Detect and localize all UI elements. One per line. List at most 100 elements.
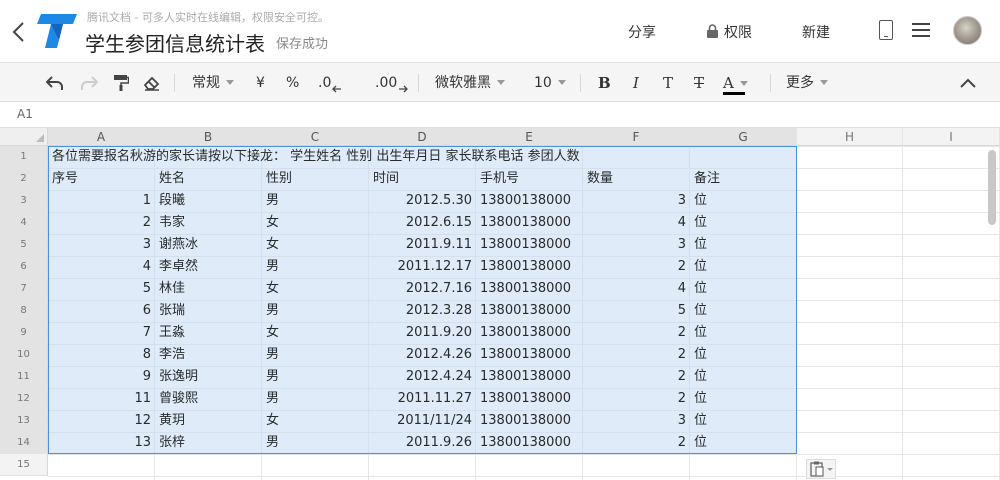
table-cell[interactable]: 8 <box>52 344 151 366</box>
redo-button[interactable] <box>80 63 98 103</box>
user-avatar[interactable] <box>953 16 982 45</box>
text-style-button[interactable]: T <box>663 63 673 103</box>
table-cell[interactable]: 2011.9.20 <box>373 322 472 344</box>
table-cell[interactable]: 位 <box>694 410 793 432</box>
decrease-decimal-button[interactable]: .0 <box>318 63 342 103</box>
row-header-12[interactable]: 12 <box>0 388 48 410</box>
clear-format-button[interactable] <box>143 63 161 103</box>
table-cell[interactable]: 3 <box>587 234 686 256</box>
table-cell[interactable]: 位 <box>694 432 793 454</box>
row-header-3[interactable]: 3 <box>0 190 48 212</box>
table-cell[interactable]: 1 <box>52 190 151 212</box>
header-cell[interactable]: 性别 <box>266 168 365 190</box>
table-cell[interactable]: 男 <box>266 300 365 322</box>
table-cell[interactable]: 2 <box>52 212 151 234</box>
bold-button[interactable]: B <box>598 63 611 103</box>
table-cell[interactable]: 男 <box>266 256 365 278</box>
column-header-b[interactable]: B <box>155 128 262 146</box>
table-cell[interactable]: 2012.4.24 <box>373 366 472 388</box>
table-cell[interactable]: 2012.7.16 <box>373 278 472 300</box>
spreadsheet-grid[interactable]: ABCDEFGHI 1 2 3 4 5 6 7 8 9 10 11 12 13 14 15 各位需要报名秋游… <box>0 128 1000 480</box>
table-cell[interactable]: 2012.5.30 <box>373 190 472 212</box>
table-cell[interactable]: 林佳 <box>159 278 258 300</box>
document-title[interactable]: 学生参团信息统计表 <box>85 28 265 57</box>
vertical-scrollbar[interactable] <box>988 150 996 225</box>
mobile-preview-icon[interactable] <box>879 20 893 40</box>
table-cell[interactable]: 5 <box>587 300 686 322</box>
row-header-7[interactable]: 7 <box>0 278 48 300</box>
table-cell[interactable]: 2 <box>587 366 686 388</box>
row-header-13[interactable]: 13 <box>0 410 48 432</box>
table-cell[interactable]: 黄玥 <box>159 410 258 432</box>
table-cell[interactable]: 13800138000 <box>480 322 579 344</box>
table-cell[interactable]: 2012.6.15 <box>373 212 472 234</box>
table-cell[interactable]: 2011.11.27 <box>373 388 472 410</box>
header-cell[interactable]: 姓名 <box>159 168 258 190</box>
table-cell[interactable]: 3 <box>52 234 151 256</box>
table-cell[interactable]: 位 <box>694 256 793 278</box>
row-header-5[interactable]: 5 <box>0 234 48 256</box>
table-cell[interactable]: 男 <box>266 388 365 410</box>
table-cell[interactable]: 2011/11/24 <box>373 410 472 432</box>
table-cell[interactable]: 位 <box>694 366 793 388</box>
back-arrow-icon[interactable] <box>10 20 28 44</box>
formula-bar[interactable]: A1 <box>0 103 1000 128</box>
table-cell[interactable]: 李卓然 <box>159 256 258 278</box>
share-button[interactable]: 分享 <box>628 22 656 42</box>
table-cell[interactable]: 13800138000 <box>480 190 579 212</box>
table-cell[interactable]: 4 <box>587 278 686 300</box>
table-cell[interactable]: 4 <box>587 212 686 234</box>
italic-button[interactable]: I <box>633 63 639 103</box>
table-cell[interactable]: 男 <box>266 344 365 366</box>
strikethrough-button[interactable]: T <box>694 63 704 103</box>
table-cell[interactable]: 13800138000 <box>480 410 579 432</box>
select-all-corner[interactable] <box>0 128 48 146</box>
table-cell[interactable]: 位 <box>694 278 793 300</box>
table-cell[interactable]: 13800138000 <box>480 366 579 388</box>
table-cell[interactable]: 位 <box>694 322 793 344</box>
table-cell[interactable]: 7 <box>52 322 151 344</box>
row-header-14[interactable]: 14 <box>0 432 48 454</box>
table-cell[interactable]: 张梓 <box>159 432 258 454</box>
table-cell[interactable]: 13800138000 <box>480 212 579 234</box>
column-header-g[interactable]: G <box>690 128 797 146</box>
table-cell[interactable]: 2 <box>587 432 686 454</box>
table-cell[interactable]: 5 <box>52 278 151 300</box>
header-cell[interactable]: 序号 <box>52 168 151 190</box>
table-cell[interactable]: 13800138000 <box>480 234 579 256</box>
table-cell[interactable]: 女 <box>266 212 365 234</box>
table-cell[interactable]: 位 <box>694 234 793 256</box>
table-cell[interactable]: 谢燕冰 <box>159 234 258 256</box>
table-cell[interactable]: 13800138000 <box>480 388 579 410</box>
table-cell[interactable]: 张逸明 <box>159 366 258 388</box>
row-header-10[interactable]: 10 <box>0 344 48 366</box>
row-header-2[interactable]: 2 <box>0 168 48 190</box>
table-cell[interactable]: 张瑞 <box>159 300 258 322</box>
hamburger-menu-icon[interactable] <box>912 23 930 37</box>
table-cell[interactable]: 2012.4.26 <box>373 344 472 366</box>
table-cell[interactable]: 13800138000 <box>480 300 579 322</box>
font-color-button[interactable]: A <box>723 63 1000 103</box>
table-cell[interactable]: 6 <box>52 300 151 322</box>
row-header-4[interactable]: 4 <box>0 212 48 234</box>
column-header-i[interactable]: I <box>903 128 1000 146</box>
row-header-9[interactable]: 9 <box>0 322 48 344</box>
paste-options-icon[interactable] <box>806 459 836 479</box>
table-cell[interactable]: 13800138000 <box>480 256 579 278</box>
row-header-1[interactable]: 1 <box>0 146 48 168</box>
collapse-toolbar-button[interactable] <box>960 63 976 103</box>
more-button[interactable]: 更多 <box>786 63 828 103</box>
table-cell[interactable]: 女 <box>266 322 365 344</box>
row-header-15[interactable]: 15 <box>0 454 48 476</box>
increase-decimal-button[interactable]: .00 <box>375 63 408 103</box>
table-cell[interactable]: 李浩 <box>159 344 258 366</box>
table-cell[interactable]: 2 <box>587 322 686 344</box>
table-cell[interactable]: 位 <box>694 212 793 234</box>
new-button[interactable]: 新建 <box>802 22 830 42</box>
header-cell[interactable]: 时间 <box>373 168 472 190</box>
format-painter-button[interactable] <box>113 63 129 103</box>
table-cell[interactable]: 3 <box>587 410 686 432</box>
row-header-6[interactable]: 6 <box>0 256 48 278</box>
table-cell[interactable]: 王淼 <box>159 322 258 344</box>
table-cell[interactable]: 位 <box>694 300 793 322</box>
